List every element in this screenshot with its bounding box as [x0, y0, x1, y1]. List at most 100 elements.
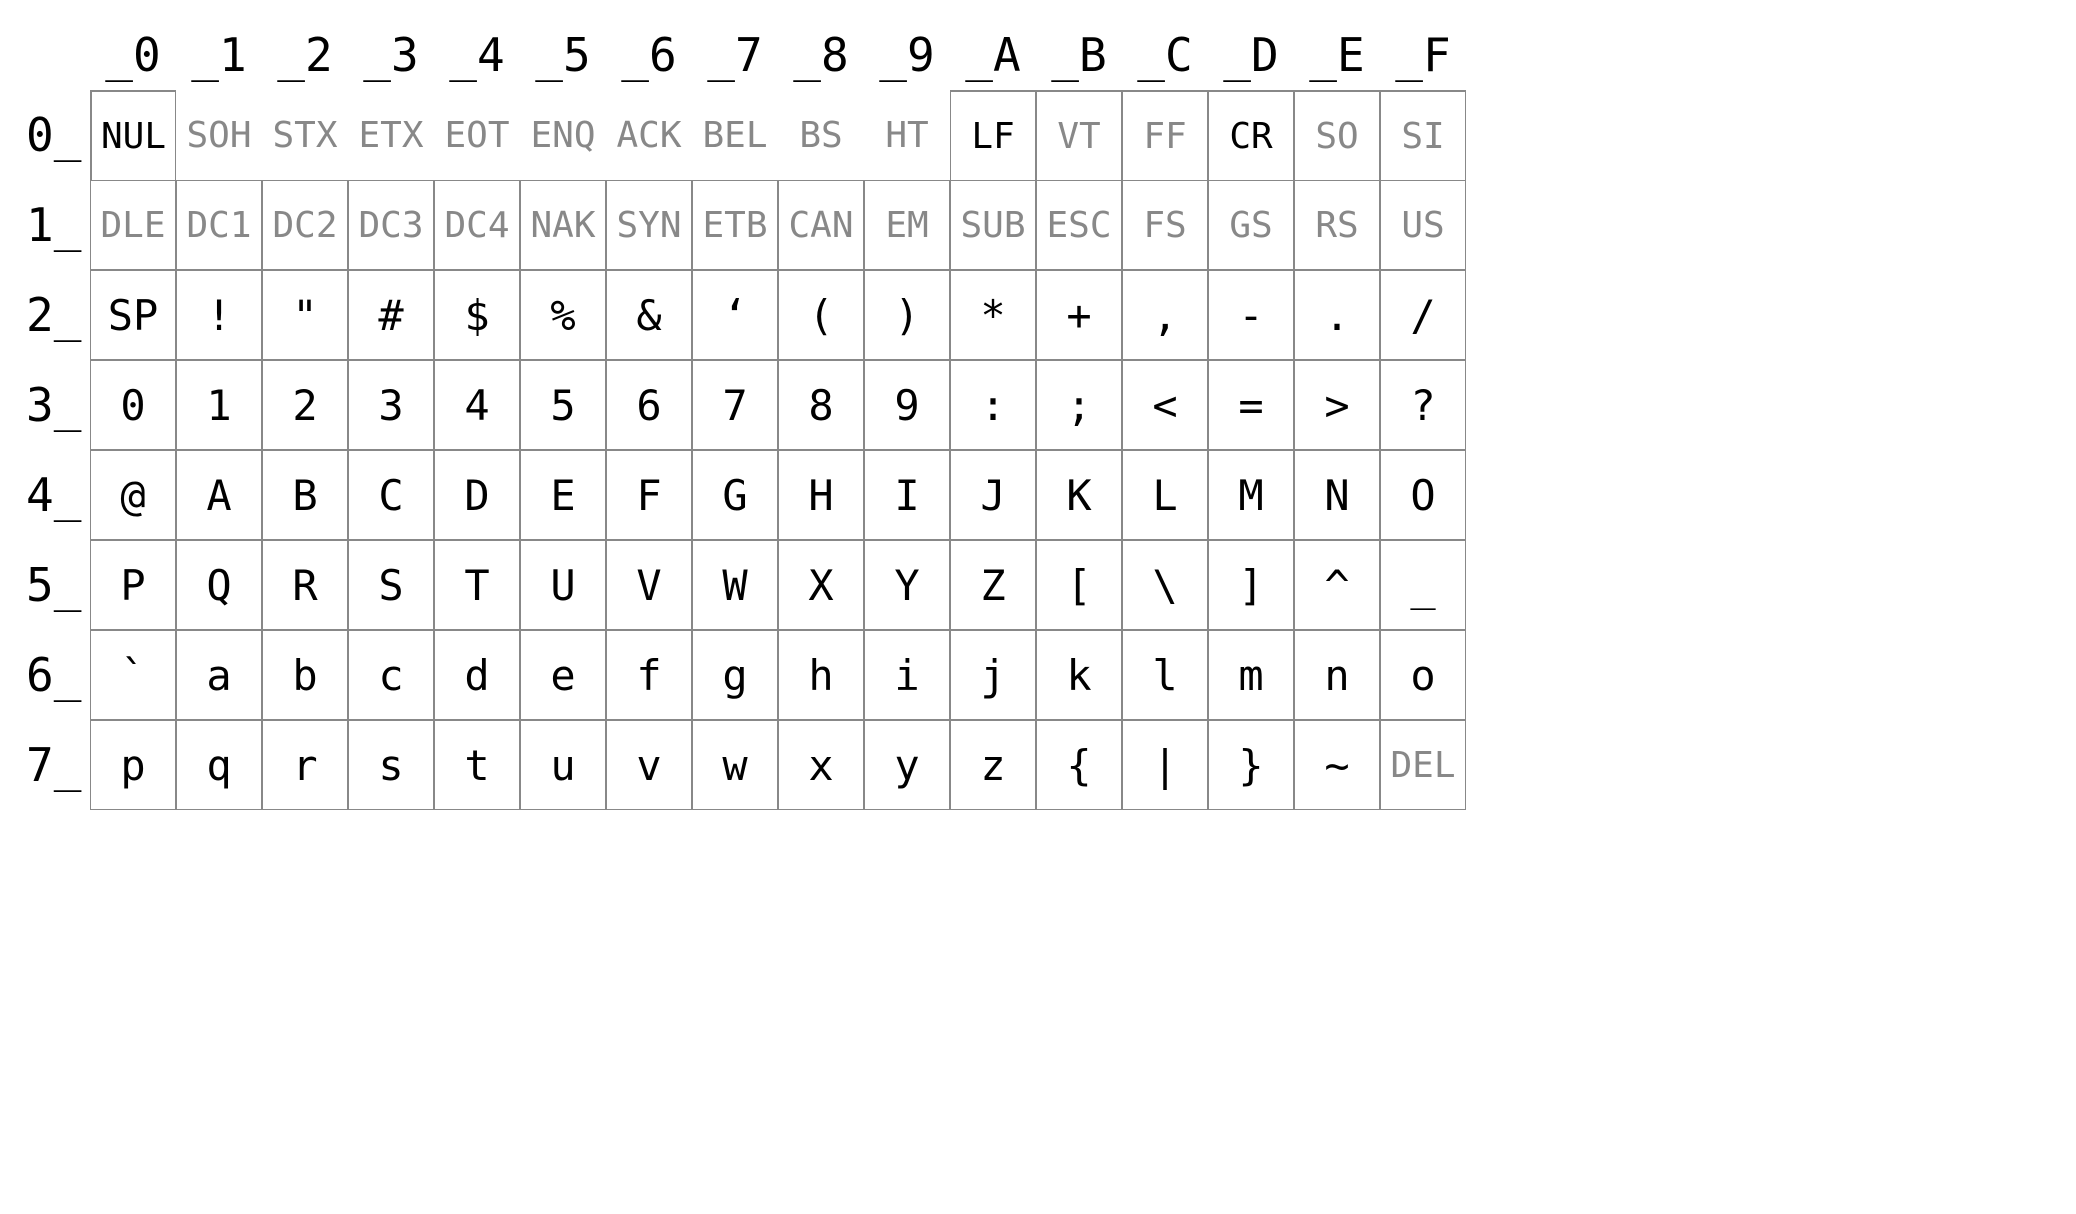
cell-0B: VT	[1036, 90, 1122, 180]
cell-4A: J	[950, 450, 1036, 540]
cell-38: 8	[778, 360, 864, 450]
cell-56: V	[606, 540, 692, 630]
cell-7D: }	[1208, 720, 1294, 810]
cell-21: !	[176, 270, 262, 360]
cell-7A: z	[950, 720, 1036, 810]
cell-4F: O	[1380, 450, 1466, 540]
cell-5C: \	[1122, 540, 1208, 630]
cell-6A: j	[950, 630, 1036, 720]
cell-5B: [	[1036, 540, 1122, 630]
cell-36: 6	[606, 360, 692, 450]
cell-46: F	[606, 450, 692, 540]
cell-72: r	[262, 720, 348, 810]
cell-17: ETB	[692, 180, 778, 270]
cell-63: c	[348, 630, 434, 720]
col-header-7: _7	[692, 20, 778, 90]
cell-73: s	[348, 720, 434, 810]
cell-2A: *	[950, 270, 1036, 360]
cell-2E: .	[1294, 270, 1380, 360]
cell-5E: ^	[1294, 540, 1380, 630]
cell-02: STX	[262, 90, 348, 180]
cell-0F: SI	[1380, 90, 1466, 180]
cell-75: u	[520, 720, 606, 810]
col-header-2: _2	[262, 20, 348, 90]
cell-14: DC4	[434, 180, 520, 270]
corner-blank	[20, 20, 90, 90]
cell-45: E	[520, 450, 606, 540]
cell-34: 4	[434, 360, 520, 450]
cell-0E: SO	[1294, 90, 1380, 180]
cell-07: BEL	[692, 90, 778, 180]
cell-15: NAK	[520, 180, 606, 270]
col-header-5: _5	[520, 20, 606, 90]
cell-39: 9	[864, 360, 950, 450]
cell-43: C	[348, 450, 434, 540]
cell-58: X	[778, 540, 864, 630]
cell-2B: +	[1036, 270, 1122, 360]
cell-37: 7	[692, 360, 778, 450]
ascii-table: _0 _1 _2 _3 _4 _5 _6 _7 _8 _9 _A _B _C _…	[20, 20, 2056, 810]
cell-48: H	[778, 450, 864, 540]
row-header-3: 3_	[20, 360, 90, 450]
cell-12: DC2	[262, 180, 348, 270]
cell-1E: RS	[1294, 180, 1380, 270]
row-header-5: 5_	[20, 540, 90, 630]
cell-5F: _	[1380, 540, 1466, 630]
cell-06: ACK	[606, 90, 692, 180]
col-header-4: _4	[434, 20, 520, 90]
cell-3D: =	[1208, 360, 1294, 450]
row-header-6: 6_	[20, 630, 90, 720]
cell-08: BS	[778, 90, 864, 180]
cell-6D: m	[1208, 630, 1294, 720]
cell-33: 3	[348, 360, 434, 450]
col-header-F: _F	[1380, 20, 1466, 90]
cell-49: I	[864, 450, 950, 540]
cell-1D: GS	[1208, 180, 1294, 270]
cell-41: A	[176, 450, 262, 540]
col-header-8: _8	[778, 20, 864, 90]
cell-3A: :	[950, 360, 1036, 450]
cell-71: q	[176, 720, 262, 810]
cell-2D: -	[1208, 270, 1294, 360]
col-header-6: _6	[606, 20, 692, 90]
cell-4C: L	[1122, 450, 1208, 540]
cell-19: EM	[864, 180, 950, 270]
cell-65: e	[520, 630, 606, 720]
cell-6E: n	[1294, 630, 1380, 720]
cell-61: a	[176, 630, 262, 720]
cell-74: t	[434, 720, 520, 810]
col-header-C: _C	[1122, 20, 1208, 90]
cell-31: 1	[176, 360, 262, 450]
cell-22: "	[262, 270, 348, 360]
cell-52: R	[262, 540, 348, 630]
cell-03: ETX	[348, 90, 434, 180]
cell-47: G	[692, 450, 778, 540]
col-header-A: _A	[950, 20, 1036, 90]
row-header-4: 4_	[20, 450, 90, 540]
cell-50: P	[90, 540, 176, 630]
cell-13: DC3	[348, 180, 434, 270]
row-header-1: 1_	[20, 180, 90, 270]
col-header-3: _3	[348, 20, 434, 90]
col-header-1: _1	[176, 20, 262, 90]
cell-27: ‘	[692, 270, 778, 360]
cell-67: g	[692, 630, 778, 720]
cell-77: w	[692, 720, 778, 810]
cell-1F: US	[1380, 180, 1466, 270]
cell-78: x	[778, 720, 864, 810]
cell-3B: ;	[1036, 360, 1122, 450]
cell-79: y	[864, 720, 950, 810]
cell-18: CAN	[778, 180, 864, 270]
cell-55: U	[520, 540, 606, 630]
cell-68: h	[778, 630, 864, 720]
cell-70: p	[90, 720, 176, 810]
cell-66: f	[606, 630, 692, 720]
cell-10: DLE	[90, 180, 176, 270]
cell-64: d	[434, 630, 520, 720]
cell-00: NUL	[90, 90, 176, 180]
row-header-0: 0_	[20, 90, 90, 180]
cell-7F: DEL	[1380, 720, 1466, 810]
cell-35: 5	[520, 360, 606, 450]
cell-4D: M	[1208, 450, 1294, 540]
cell-7B: {	[1036, 720, 1122, 810]
